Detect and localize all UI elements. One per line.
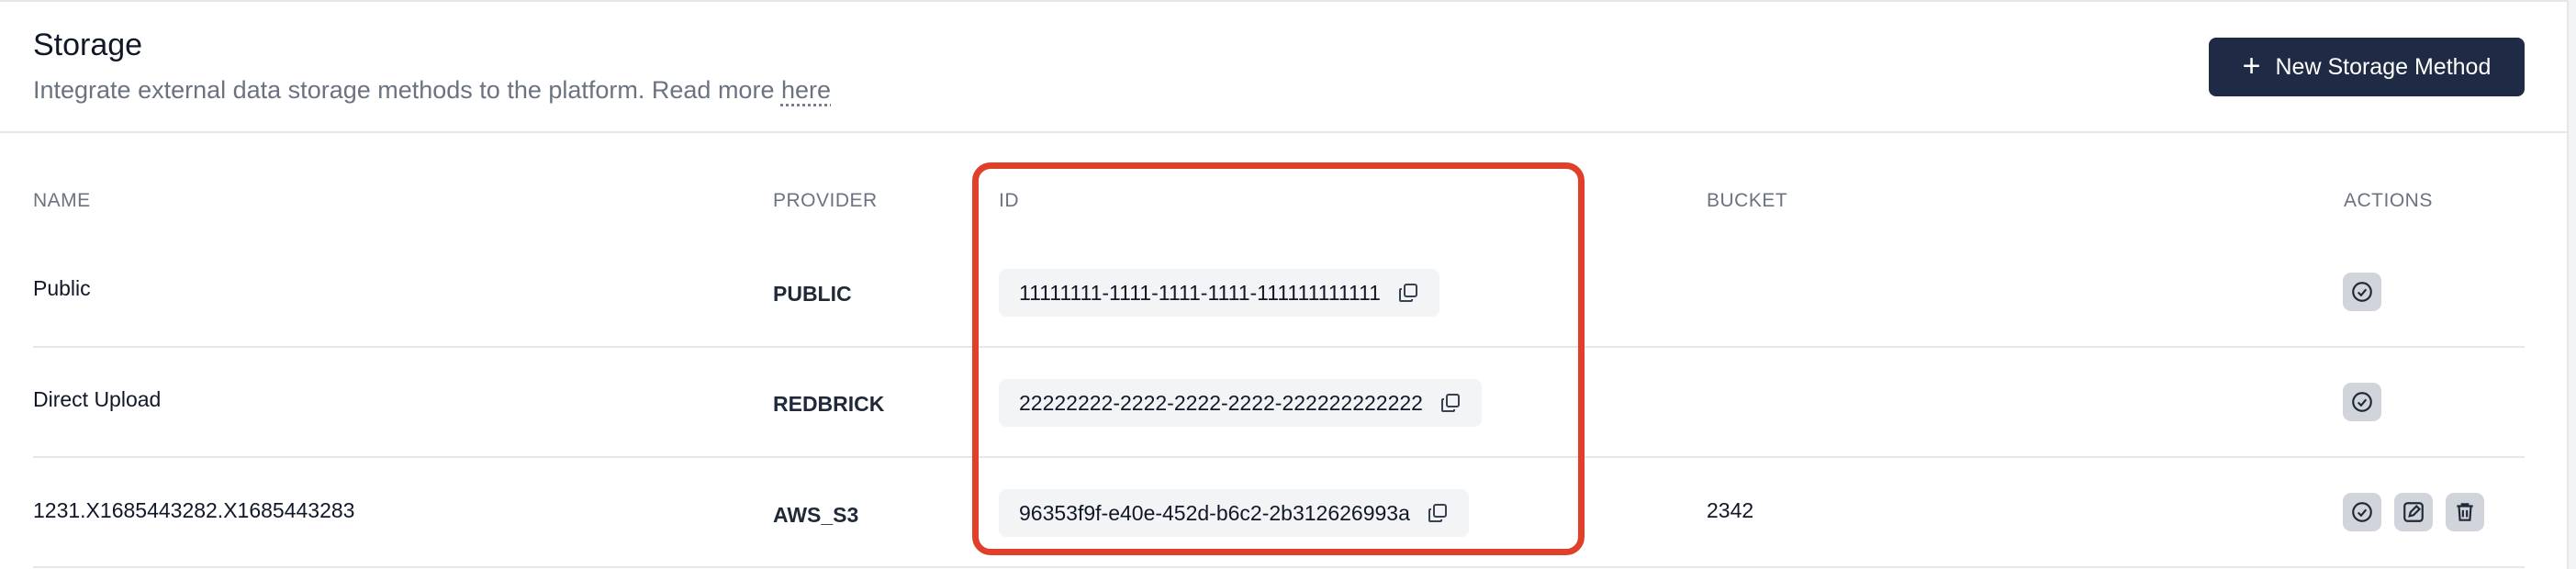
row-divider [33, 566, 2525, 568]
row-name: Public [33, 276, 91, 300]
subtitle-text: Integrate external data storage methods … [33, 76, 775, 104]
row-bucket: 2342 [1707, 498, 1754, 522]
column-header-actions: ACTIONS [2344, 190, 2433, 211]
check-circle-icon [2352, 502, 2372, 522]
set-default-button[interactable] [2343, 383, 2381, 421]
set-default-button[interactable] [2343, 493, 2381, 531]
new-storage-method-label: New Storage Method [2275, 53, 2492, 80]
row-provider: REDBRICK [773, 392, 885, 416]
trash-icon [2457, 503, 2473, 521]
page-subtitle: Integrate external data storage methods … [33, 76, 831, 105]
row-provider: PUBLIC [773, 282, 852, 306]
new-storage-method-button[interactable]: + New Storage Method [2209, 38, 2525, 96]
page-header: Storage Integrate external data storage … [0, 0, 2567, 133]
delete-button[interactable] [2446, 493, 2484, 531]
id-column-highlight [972, 162, 1585, 555]
page-title: Storage [33, 28, 143, 62]
plus-icon: + [2242, 48, 2261, 84]
check-circle-icon [2352, 282, 2372, 302]
check-circle-icon [2352, 392, 2372, 412]
edit-icon [2403, 502, 2424, 522]
column-header-bucket[interactable]: BUCKET [1707, 190, 1787, 212]
row-provider: AWS_S3 [773, 503, 859, 527]
edit-button[interactable] [2394, 493, 2433, 531]
row-name: Direct Upload [33, 387, 162, 411]
read-more-link[interactable]: here [781, 76, 831, 104]
column-header-provider[interactable]: PROVIDER [773, 190, 878, 212]
row-name: 1231.X1685443282.X1685443283 [33, 498, 355, 522]
scrollbar[interactable] [2567, 0, 2576, 569]
column-header-name[interactable]: NAME [33, 190, 91, 212]
set-default-button[interactable] [2343, 273, 2381, 311]
